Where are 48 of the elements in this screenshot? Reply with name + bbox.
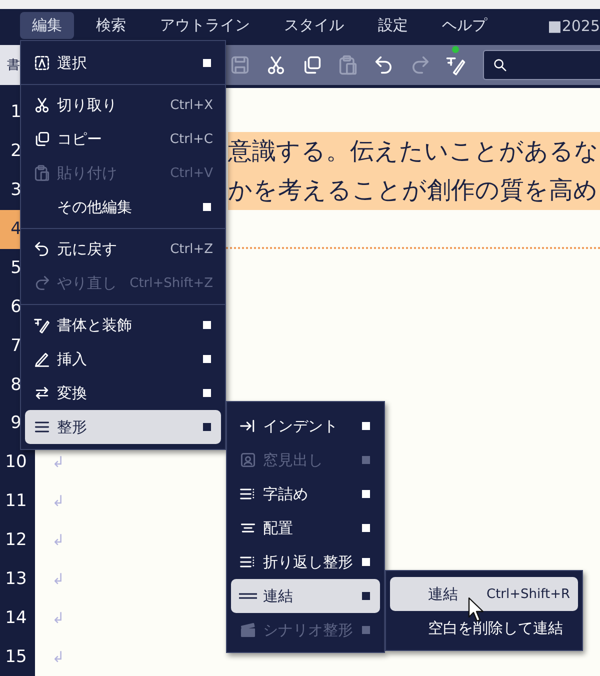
clipboard-icon (337, 54, 359, 76)
copy-icon (33, 130, 51, 148)
line-number: 10 (0, 442, 35, 482)
pen-icon (33, 316, 51, 334)
search-field[interactable] (483, 50, 600, 80)
menu-item[interactable]: 字詰め (231, 477, 380, 511)
menu-item[interactable]: 選択 (25, 46, 221, 80)
menu-item[interactable]: 連結 Ctrl+Shift+R (390, 577, 578, 611)
menu-item[interactable]: 連結 (231, 579, 380, 613)
clapperboard-icon (239, 621, 257, 639)
menu-item[interactable]: 空白を削除して連結 (390, 611, 578, 645)
mouse-pointer-icon (468, 597, 486, 623)
clipboard-icon (33, 164, 51, 182)
return-mark: ↲ (52, 648, 65, 666)
line-number: 13 (0, 559, 35, 598)
menu-item[interactable]: 整形 (25, 410, 221, 444)
pencil-icon (33, 350, 51, 368)
double-line-icon (239, 593, 257, 599)
save-icon (229, 54, 251, 76)
menu-item[interactable]: インデント (231, 409, 380, 443)
search-icon (492, 57, 508, 73)
scissors-icon (33, 96, 51, 114)
menu-bar-item[interactable]: 編集 (20, 12, 74, 39)
status-text: ■2025 (548, 16, 600, 34)
line-number: 12 (0, 520, 35, 560)
framed-figure-icon (239, 451, 257, 469)
dashed-frame-icon (33, 54, 51, 72)
scissors-icon (265, 54, 287, 76)
indent-icon (239, 417, 257, 435)
return-mark: ↲ (52, 570, 65, 588)
menu-item[interactable]: 折り返し整形 (231, 545, 380, 579)
return-mark: ↲ (52, 608, 65, 627)
menu-bar-item[interactable]: 検索 (84, 12, 138, 39)
menu-bar-item[interactable]: スタイル (272, 12, 356, 39)
return-mark: ↲ (52, 492, 65, 510)
line-number: 11 (0, 482, 35, 521)
menu-bar-item[interactable]: アウトライン (148, 12, 262, 39)
menu-item[interactable]: 配置 (231, 511, 380, 545)
return-mark: ↲ (52, 531, 65, 549)
line-number: 15 (0, 637, 35, 676)
menu-bar-item[interactable]: ヘルプ (430, 12, 499, 39)
return-mark: ↲ (52, 453, 65, 472)
undo-icon (33, 240, 51, 258)
line-number: 14 (0, 598, 35, 638)
redo-icon (33, 274, 51, 292)
swap-arrows-icon (33, 384, 51, 402)
document-tab[interactable]: 書 (0, 45, 20, 85)
menu-bar-item[interactable]: 設定 (366, 12, 420, 39)
